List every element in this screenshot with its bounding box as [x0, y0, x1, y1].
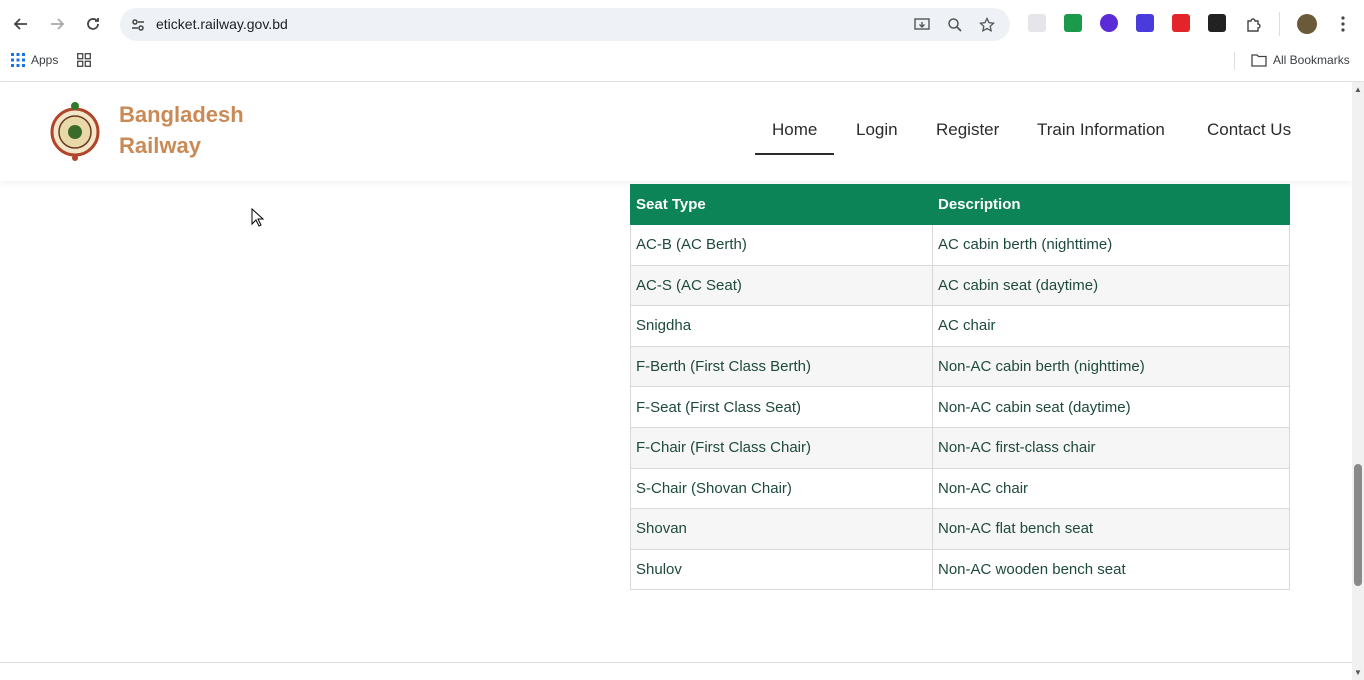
bookmarks-bar: Apps All Bookmarks [0, 48, 1364, 74]
seat-type-table: Seat Type Description AC-B (AC Berth) AC … [630, 184, 1290, 591]
all-bookmarks[interactable]: All Bookmarks [1251, 53, 1350, 67]
bookmarks-divider [1234, 52, 1235, 70]
zoom-icon[interactable] [945, 15, 965, 35]
extension-icon[interactable] [1208, 14, 1226, 32]
back-icon[interactable] [9, 12, 33, 36]
nav-active-indicator [755, 153, 834, 155]
table-row: Shulov Non-AC wooden bench seat [630, 548, 1290, 591]
seat-type-cell: AC-S (AC Seat) [630, 264, 933, 307]
apps-label: Apps [31, 53, 59, 67]
table-row: Shovan Non-AC flat bench seat [630, 508, 1290, 550]
seat-type-cell: F-Chair (First Class Chair) [630, 426, 933, 469]
header-seat-type: Seat Type [630, 184, 933, 225]
extension-icon[interactable] [1028, 14, 1046, 32]
extension-icon[interactable] [1136, 14, 1154, 32]
forward-icon[interactable] [45, 12, 69, 36]
nav-home[interactable]: Home [772, 120, 817, 140]
table-row: AC-B (AC Berth) AC cabin berth (nighttime… [630, 224, 1290, 266]
page-scrollbar[interactable]: ▲ ▼ [1352, 82, 1364, 680]
install-app-icon[interactable] [912, 15, 932, 35]
table-row: S-Chair (Shovan Chair) Non-AC chair [630, 467, 1290, 510]
table-header-row: Seat Type Description [630, 184, 1290, 225]
description-cell: Non-AC wooden bench seat [932, 548, 1290, 591]
url-text: eticket.railway.gov.bd [156, 16, 288, 32]
description-cell: AC cabin seat (daytime) [932, 264, 1290, 307]
folder-icon [1251, 54, 1267, 67]
seat-type-cell: F-Berth (First Class Berth) [630, 345, 933, 388]
nav-contact-us[interactable]: Contact Us [1207, 120, 1291, 140]
nav-login[interactable]: Login [856, 120, 898, 140]
scroll-up-arrow-icon[interactable]: ▲ [1354, 86, 1362, 94]
description-cell: AC chair [932, 305, 1290, 347]
seat-type-cell: Shovan [630, 508, 933, 550]
apps-grid-icon [11, 53, 25, 67]
mouse-cursor-icon [251, 207, 265, 228]
description-cell: Non-AC first-class chair [932, 426, 1290, 469]
extensions-puzzle-icon[interactable] [1242, 12, 1266, 36]
description-cell: AC cabin berth (nighttime) [932, 224, 1290, 266]
table-row: Snigdha AC chair [630, 305, 1290, 347]
header-description: Description [932, 184, 1290, 225]
extension-icon[interactable] [1172, 14, 1190, 32]
nav-register[interactable]: Register [936, 120, 999, 140]
description-cell: Non-AC flat bench seat [932, 508, 1290, 550]
toolbar-divider [1279, 12, 1280, 36]
seat-type-cell: AC-B (AC Berth) [630, 224, 933, 266]
table-row: F-Berth (First Class Berth) Non-AC cabin … [630, 345, 1290, 388]
seat-type-cell: F-Seat (First Class Seat) [630, 386, 933, 428]
description-cell: Non-AC cabin seat (daytime) [932, 386, 1290, 428]
scroll-thumb[interactable] [1354, 464, 1362, 586]
bookmark-star-icon[interactable] [977, 15, 997, 35]
description-cell: Non-AC chair [932, 467, 1290, 510]
table-row: F-Chair (First Class Chair) Non-AC first-… [630, 426, 1290, 469]
site-header: Bangladesh Railway Home Login Register T… [0, 82, 1352, 181]
all-bookmarks-label: All Bookmarks [1273, 53, 1350, 67]
address-bar[interactable]: eticket.railway.gov.bd [120, 8, 1010, 41]
scroll-down-arrow-icon[interactable]: ▼ [1354, 669, 1362, 677]
seat-type-cell: Snigdha [630, 305, 933, 347]
apps-bookmark[interactable]: Apps [11, 53, 58, 67]
seat-type-cell: Shulov [630, 548, 933, 591]
reload-icon[interactable] [81, 12, 105, 36]
extension-icon[interactable] [1064, 14, 1082, 32]
extension-icon[interactable] [1100, 14, 1118, 32]
page-divider [0, 662, 1352, 663]
tab-groups-icon[interactable] [77, 53, 91, 67]
table-row: AC-S (AC Seat) AC cabin seat (daytime) [630, 264, 1290, 307]
description-cell: Non-AC cabin berth (nighttime) [932, 345, 1290, 388]
profile-avatar[interactable] [1297, 14, 1317, 34]
browser-toolbar: eticket.railway.gov.bd Apps All Bookmark… [0, 0, 1364, 82]
main-nav: Home Login Register Train Information Co… [0, 117, 1352, 157]
site-info-icon[interactable] [128, 15, 148, 35]
menu-kebab-icon[interactable] [1331, 12, 1355, 36]
seat-type-cell: S-Chair (Shovan Chair) [630, 467, 933, 510]
nav-train-information[interactable]: Train Information [1037, 120, 1165, 140]
table-row: F-Seat (First Class Seat) Non-AC cabin se… [630, 386, 1290, 428]
